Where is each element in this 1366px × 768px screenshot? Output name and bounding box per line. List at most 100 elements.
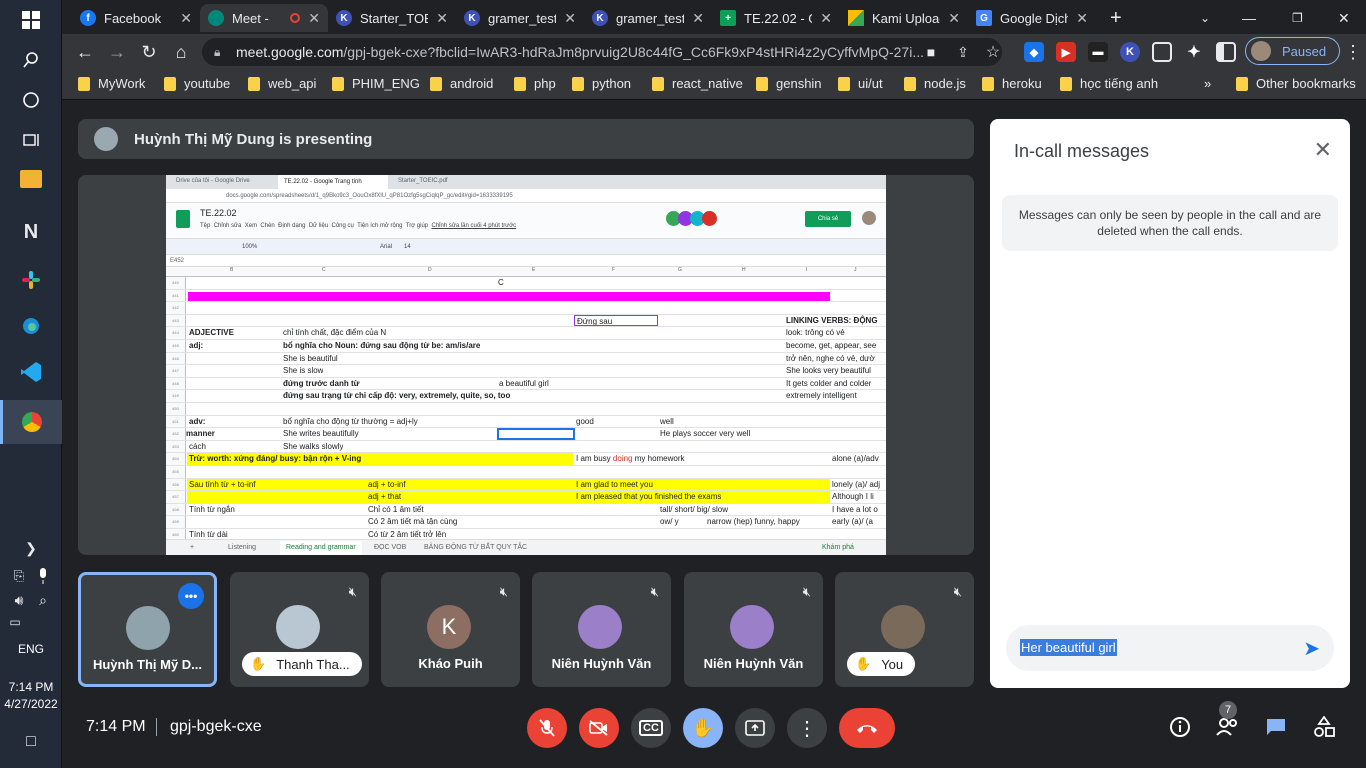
tab-meet[interactable]: Meet - ✕: [200, 4, 328, 32]
restore-icon[interactable]: ❐: [1284, 4, 1308, 32]
bookmark-folder[interactable]: youtube: [164, 76, 230, 91]
selected-cell[interactable]: [497, 428, 575, 440]
tab-kami-upload[interactable]: Kami Upload ✕: [840, 4, 968, 32]
close-tab-icon[interactable]: ✕: [180, 10, 192, 27]
close-tab-icon[interactable]: ✕: [692, 10, 704, 27]
bookmark-folder[interactable]: PHIM_ENG: [332, 76, 420, 91]
present-button[interactable]: [735, 708, 775, 748]
profile-button[interactable]: Paused: [1245, 37, 1340, 65]
bookmark-folder[interactable]: ui/ut: [838, 76, 883, 91]
taskbar-date[interactable]: 4/27/2022: [0, 697, 62, 711]
close-tab-icon[interactable]: ✕: [948, 10, 960, 27]
send-icon[interactable]: ➤: [1303, 636, 1320, 661]
new-tab-button[interactable]: +: [1102, 4, 1132, 32]
chat-button[interactable]: [1263, 714, 1289, 740]
close-window-icon[interactable]: ✕: [1330, 4, 1354, 32]
extension-kami-icon[interactable]: K: [1120, 42, 1140, 62]
taskbar-time[interactable]: 7:14 PM: [0, 680, 62, 694]
mic-toggle-button[interactable]: [527, 708, 567, 748]
bookmark-folder[interactable]: genshin: [756, 76, 822, 91]
bookmark-folder[interactable]: python: [572, 76, 631, 91]
participant-tile[interactable]: 🔇︎ Niên Huỳnh Văn: [532, 572, 671, 687]
chat-input[interactable]: Her beautiful girl ➤: [1006, 625, 1334, 671]
close-tab-icon[interactable]: ✕: [1076, 10, 1088, 27]
extension-dark-icon[interactable]: ▬: [1088, 42, 1108, 62]
chrome-taskbar-item[interactable]: [0, 400, 62, 444]
task-view-icon[interactable]: [15, 124, 47, 156]
bookmark-folder[interactable]: php: [514, 76, 556, 91]
participant-tile-self[interactable]: 🔇︎ ✋ You: [835, 572, 974, 687]
tab-starter-toeic[interactable]: K Starter_TOEIC ✕: [328, 4, 456, 32]
back-icon[interactable]: ←: [74, 41, 96, 63]
more-options-button[interactable]: ⋮: [787, 708, 827, 748]
leave-call-button[interactable]: [839, 708, 895, 748]
minimize-icon[interactable]: —: [1234, 4, 1258, 32]
meeting-code[interactable]: gpj-bgek-cxe: [170, 718, 262, 736]
sheet-tab-active[interactable]: Reading and grammar: [280, 541, 362, 555]
participant-tile[interactable]: 🔇︎ Niên Huỳnh Văn: [684, 572, 823, 687]
tab-facebook[interactable]: f Facebook ✕: [72, 4, 200, 32]
sheet-tab[interactable]: ĐỌC VOB: [374, 544, 406, 551]
extension-window-icon[interactable]: [1152, 42, 1172, 62]
sheet-tab[interactable]: BẢNG ĐỘNG TỪ BẤT QUY TẮC: [424, 544, 527, 551]
bookmark-folder[interactable]: web_api: [248, 76, 316, 91]
edge-icon[interactable]: [15, 310, 47, 342]
tab-gramer-test-2[interactable]: K gramer_test ✕: [584, 4, 712, 32]
cortana-icon[interactable]: [15, 84, 47, 116]
bookmark-folder[interactable]: heroku: [982, 76, 1042, 91]
home-icon[interactable]: ⌂: [170, 41, 192, 63]
menu-dots-icon[interactable]: ⋮: [1342, 41, 1364, 63]
more-bookmarks-button[interactable]: »: [1204, 76, 1211, 91]
more-options-icon[interactable]: •••: [178, 583, 204, 609]
sheet-grid[interactable]: 440 C 441 442 443 Đứng sau LINKING VERBS: Đ…: [166, 277, 886, 542]
extension-video-icon[interactable]: ▶: [1056, 42, 1076, 62]
close-tab-icon[interactable]: ✕: [820, 10, 832, 27]
captions-button[interactable]: CC: [631, 708, 671, 748]
file-explorer-icon[interactable]: [20, 170, 42, 188]
activities-button[interactable]: [1311, 714, 1337, 740]
chat-draft-text[interactable]: Her beautiful girl: [1020, 639, 1117, 656]
other-bookmarks[interactable]: Other bookmarks: [1236, 76, 1356, 91]
bookmark-folder[interactable]: node.js: [904, 76, 966, 91]
reload-icon[interactable]: ↻: [138, 41, 160, 63]
extension-drop-icon[interactable]: ◆: [1024, 42, 1044, 62]
extensions-puzzle-icon[interactable]: ✦: [1184, 42, 1204, 62]
tab-google-translate[interactable]: G Google Dịch ✕: [968, 4, 1096, 32]
vscode-icon[interactable]: [15, 356, 47, 388]
side-panel-icon[interactable]: [1216, 42, 1236, 62]
search-icon[interactable]: [15, 44, 47, 76]
add-sheet-icon[interactable]: +: [190, 544, 194, 551]
meeting-details-button[interactable]: [1167, 714, 1193, 740]
share-button[interactable]: Chia sẻ: [805, 211, 851, 227]
close-tab-icon[interactable]: ✕: [436, 10, 448, 27]
share-icon[interactable]: ⇪: [952, 41, 974, 63]
participant-tile[interactable]: 🔇︎ ✋ Thanh Tha...: [230, 572, 369, 687]
sheet-tab[interactable]: Listening: [228, 544, 256, 551]
close-tab-icon[interactable]: ✕: [564, 10, 576, 27]
tab-sheets[interactable]: + TE.22.02 - G ✕: [712, 4, 840, 32]
wifi-icon[interactable]: ⌕: [32, 584, 54, 616]
participant-tile[interactable]: ••• Huỳnh Thị Mỹ D...: [78, 572, 217, 687]
address-bar[interactable]: 🔒︎ meet.google.com/gpj-bgek-cxe?fbclid=I…: [202, 38, 1002, 66]
bookmark-star-icon[interactable]: ☆: [982, 41, 1004, 63]
slack-icon[interactable]: [15, 264, 47, 296]
notifications-icon[interactable]: □: [15, 726, 47, 758]
bookmark-folder[interactable]: react_native: [652, 76, 743, 91]
bookmark-folder[interactable]: MyWork: [78, 76, 145, 91]
participant-tile[interactable]: 🔇︎ K Kháo Puih: [381, 572, 520, 687]
raise-hand-button[interactable]: ✋: [683, 708, 723, 748]
bookmark-folder[interactable]: android: [430, 76, 493, 91]
camera-icon[interactable]: ■: [920, 41, 942, 63]
bookmark-folder[interactable]: học tiếng anh: [1060, 76, 1158, 91]
tab-search-icon[interactable]: ⌄: [1192, 4, 1216, 32]
explore-button[interactable]: Khám phá: [822, 544, 854, 551]
language-indicator[interactable]: ENG: [0, 642, 62, 656]
notion-icon[interactable]: N: [15, 216, 47, 248]
battery-icon[interactable]: ▭: [4, 606, 26, 638]
forward-icon[interactable]: →: [106, 41, 128, 63]
close-icon[interactable]: ✕: [1314, 137, 1332, 163]
tab-gramer-test-1[interactable]: K gramer_test ✕: [456, 4, 584, 32]
windows-start-icon[interactable]: [15, 4, 47, 36]
close-tab-icon[interactable]: ✕: [308, 10, 320, 27]
camera-toggle-button[interactable]: [579, 708, 619, 748]
